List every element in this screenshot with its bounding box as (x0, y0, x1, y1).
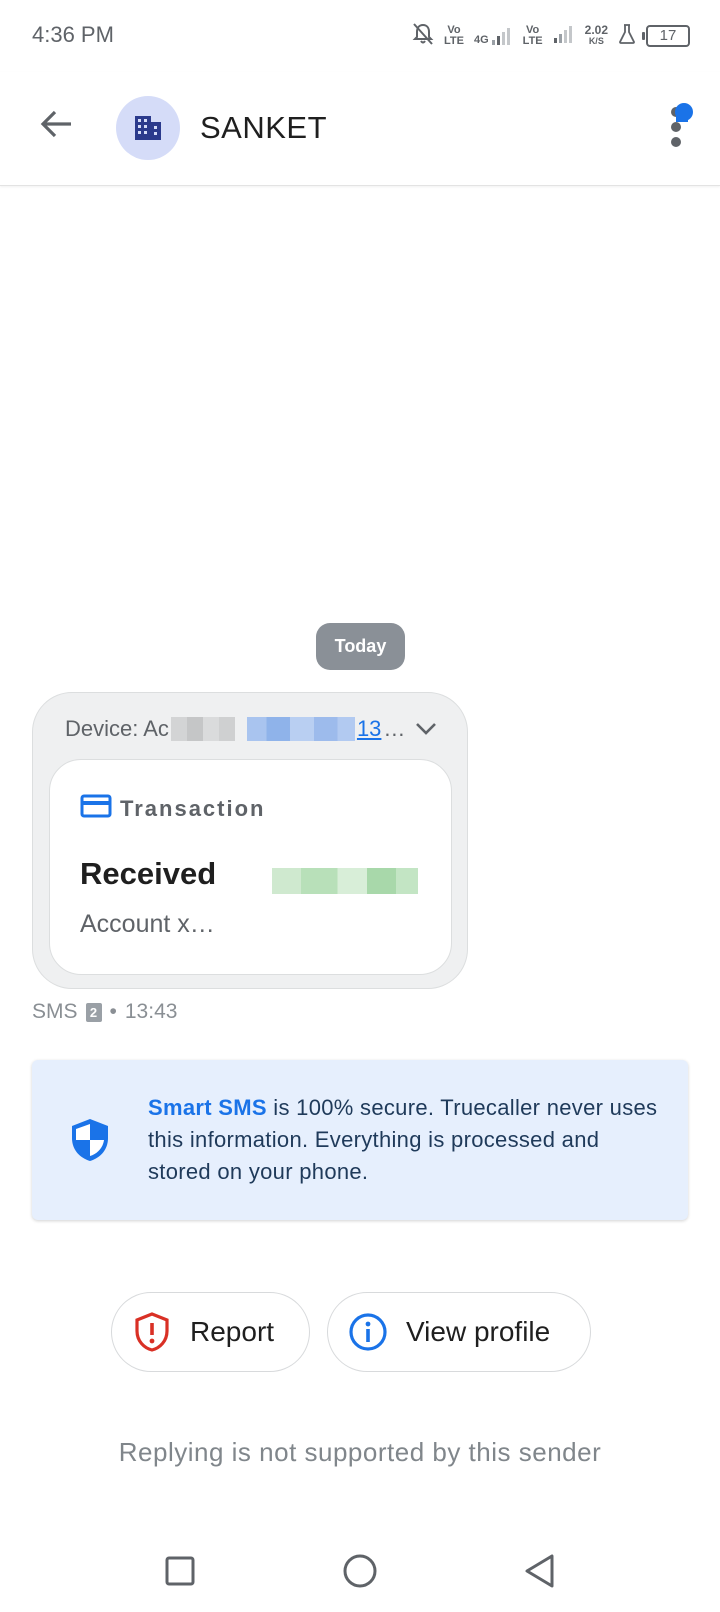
flask-icon (618, 23, 636, 50)
sim-badge-icon: 2 (85, 1002, 102, 1022)
mute-bell-icon (412, 22, 434, 51)
redacted-text (170, 717, 235, 741)
signal-icon: 4G (474, 26, 513, 46)
redacted-amount (272, 868, 418, 894)
more-options-button[interactable] (654, 102, 698, 152)
back-button[interactable] (34, 102, 78, 146)
reply-not-supported-note: Replying is not supported by this sender (118, 1437, 602, 1467)
message-channel: SMS (32, 1000, 78, 1023)
header-ellipsis: … (383, 716, 406, 741)
volte-1-label: Vo LTE (444, 24, 464, 47)
status-bar: 4:36 PM Vo LTE 4G Vo LTE 2.02 K/S 17 (0, 0, 720, 72)
info-text: Smart SMS is 100% secure. Truecaller nev… (148, 1092, 658, 1188)
system-nav-bar (0, 1530, 720, 1612)
contact-name[interactable]: SANKET (200, 110, 327, 146)
nav-back-button[interactable] (515, 1546, 565, 1596)
signal-icon (553, 24, 575, 49)
status-icons: Vo LTE 4G Vo LTE 2.02 K/S 17 (412, 20, 690, 52)
transaction-title-row: Transaction (80, 794, 265, 823)
shield-icon (68, 1116, 112, 1164)
message-bubble[interactable]: Device: Ac 13 … Transaction Received Acc… (32, 692, 468, 989)
building-icon (135, 116, 161, 140)
info-icon (348, 1312, 388, 1352)
view-profile-button[interactable]: View profile (327, 1292, 591, 1372)
transaction-account: Account x… (80, 910, 215, 938)
message-header-text: Device: Ac (65, 716, 169, 741)
avatar[interactable] (116, 96, 180, 160)
home-button[interactable] (335, 1546, 385, 1596)
volte-2-label: Vo LTE (522, 24, 543, 47)
transaction-title: Transaction (120, 795, 266, 821)
network-speed: 2.02 K/S (584, 23, 608, 46)
date-chip: Today (316, 623, 405, 670)
battery-icon: 17 (642, 25, 690, 47)
report-shield-icon (132, 1312, 172, 1352)
transaction-card[interactable]: Transaction Received Account x… (49, 759, 452, 975)
circle-icon (343, 1554, 377, 1588)
more-vert-icon (671, 103, 693, 147)
message-meta: SMS 2 • 13:43 (32, 1000, 177, 1024)
triangle-back-icon (525, 1554, 554, 1588)
transaction-status: Received (80, 856, 217, 891)
message-link[interactable]: 13 (357, 716, 381, 742)
square-icon (165, 1556, 195, 1586)
arrow-back-icon (40, 110, 71, 138)
conversation-app-bar: SANKET (0, 72, 720, 186)
network-type: 4G (473, 34, 489, 46)
report-button[interactable]: Report (111, 1292, 310, 1372)
message-time: 13:43 (124, 1000, 178, 1023)
report-label: Report (190, 1316, 275, 1347)
status-time: 4:36 PM (32, 22, 114, 47)
meta-separator: • (109, 1000, 117, 1023)
redacted-link[interactable] (246, 717, 355, 741)
smart-sms-info-card: Smart SMS is 100% secure. Truecaller nev… (32, 1060, 688, 1220)
message-header[interactable]: Device: Ac 13 … (65, 711, 445, 747)
recents-button[interactable] (155, 1546, 205, 1596)
smart-sms-label: Smart SMS (148, 1095, 267, 1120)
view-profile-label: View profile (406, 1316, 551, 1347)
credit-card-icon (80, 794, 112, 823)
chevron-down-icon[interactable] (415, 722, 437, 736)
